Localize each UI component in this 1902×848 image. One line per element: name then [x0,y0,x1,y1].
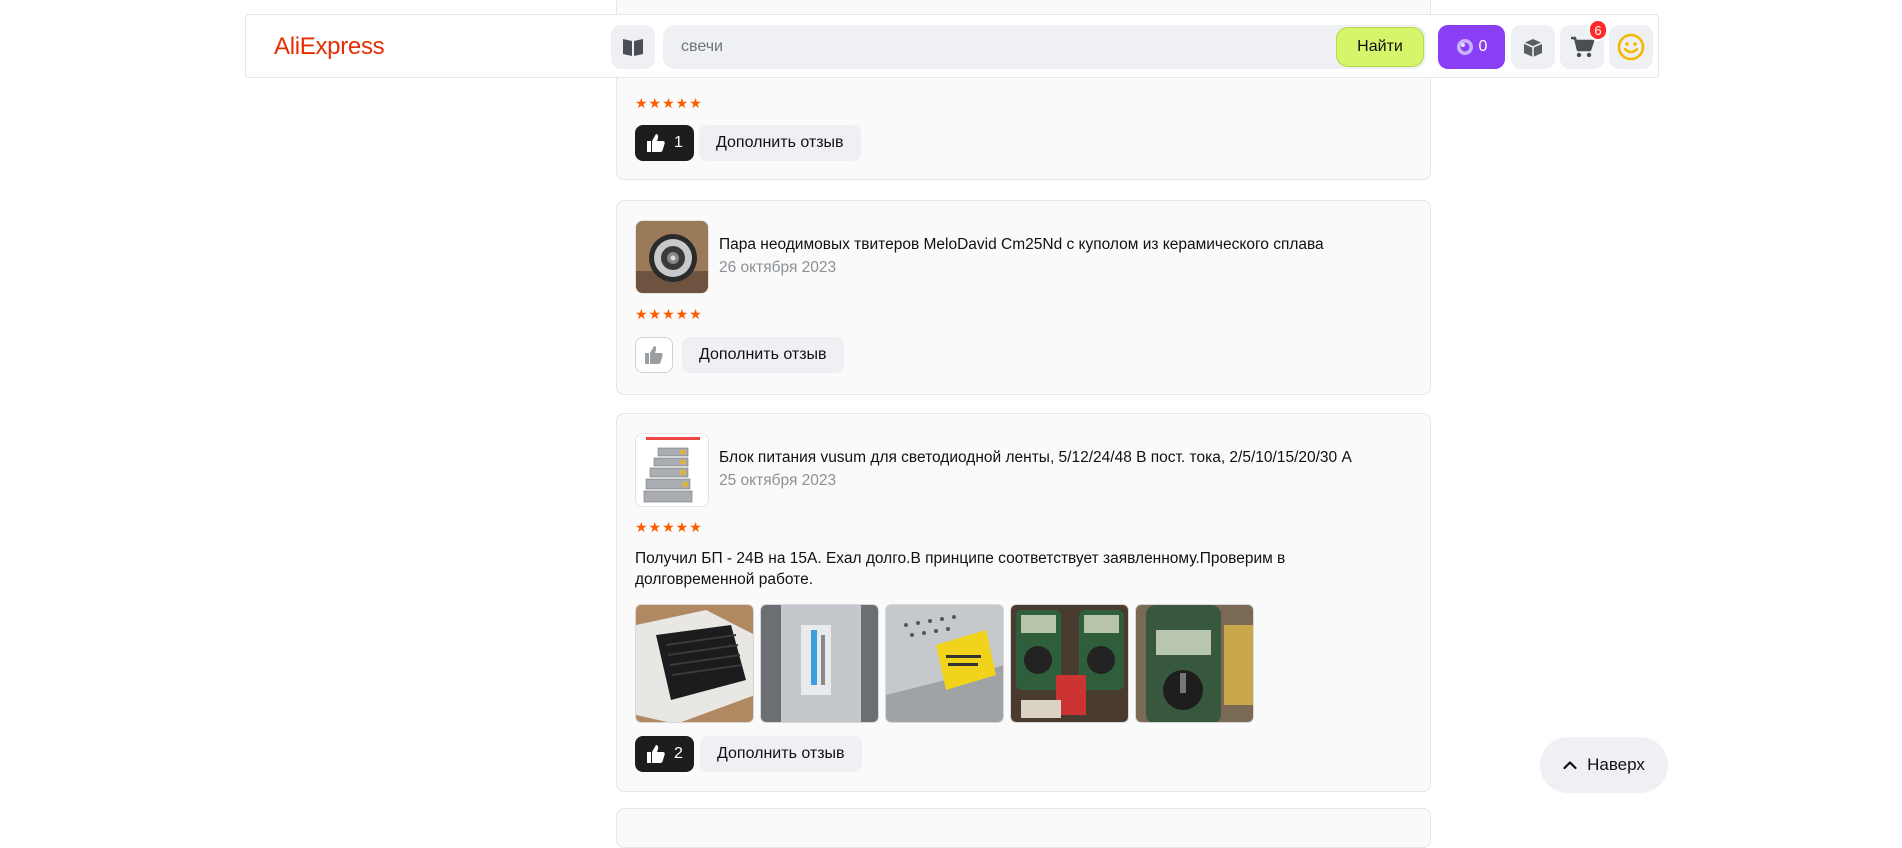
like-count: 2 [674,745,683,762]
review-card [616,808,1431,848]
top-header: AliExpress Найти 0 6 [245,14,1659,78]
rating-stars: ★★★★★ [635,95,703,111]
aliexpress-logo[interactable]: AliExpress [274,33,385,61]
coins-button[interactable]: 0 [1438,25,1505,69]
rating-stars: ★★★★★ [635,519,703,535]
review-text: Получил БП - 24В на 15А. Ехал долго.В пр… [635,550,1286,588]
coin-icon [1456,39,1473,55]
review-photos [635,604,1254,723]
search-input[interactable] [663,25,1313,69]
like-button[interactable]: 2 [635,736,694,772]
product-title[interactable]: Пара неодимовых твитеров MeloDavid Cm25N… [719,236,1324,254]
add-review-button[interactable]: Дополнить отзыв [682,337,844,373]
review-photo[interactable] [635,604,754,723]
thumbs-up-icon [647,134,665,152]
product-title[interactable]: Блок питания vusum для светодиодной лент… [719,449,1352,467]
search-bar: Найти [663,25,1426,69]
like-button[interactable] [635,337,673,373]
thumbs-up-icon [645,346,663,364]
orders-icon [1523,39,1543,57]
cart-button[interactable]: 6 [1560,19,1608,69]
review-photo[interactable] [1010,604,1129,723]
cart-badge: 6 [1588,19,1608,41]
add-review-button[interactable]: Дополнить отзыв [700,736,862,772]
review-date: 25 октября 2023 [719,472,837,489]
like-count: 1 [674,134,683,151]
scroll-top-button[interactable]: Наверх [1540,737,1668,793]
tweeter-image [636,221,708,293]
review-photo[interactable] [885,604,1004,723]
review-photo[interactable] [1135,604,1254,723]
coins-count: 0 [1478,38,1488,55]
product-thumbnail[interactable] [635,433,709,507]
profile-button[interactable] [1609,25,1653,69]
add-review-button[interactable]: Дополнить отзыв [699,125,861,161]
search-button[interactable]: Найти [1336,27,1424,67]
catalog-button[interactable] [611,25,655,69]
power-supply-image [636,434,708,506]
chevron-up-icon [1563,761,1577,770]
review-card: Пара неодимовых твитеров MeloDavid Cm25N… [616,200,1431,395]
review-date: 26 октября 2023 [719,259,837,276]
rating-stars: ★★★★★ [635,306,703,322]
thumbs-up-icon [647,745,665,763]
profile-smile-icon [1617,33,1645,61]
review-card: Блок питания vusum для светодиодной лент… [616,413,1431,792]
scroll-top-label: Наверх [1587,755,1645,774]
like-button[interactable]: 1 [635,125,694,161]
catalog-icon [623,39,643,56]
orders-button[interactable] [1511,25,1555,69]
product-thumbnail[interactable] [635,220,709,294]
review-photo[interactable] [760,604,879,723]
